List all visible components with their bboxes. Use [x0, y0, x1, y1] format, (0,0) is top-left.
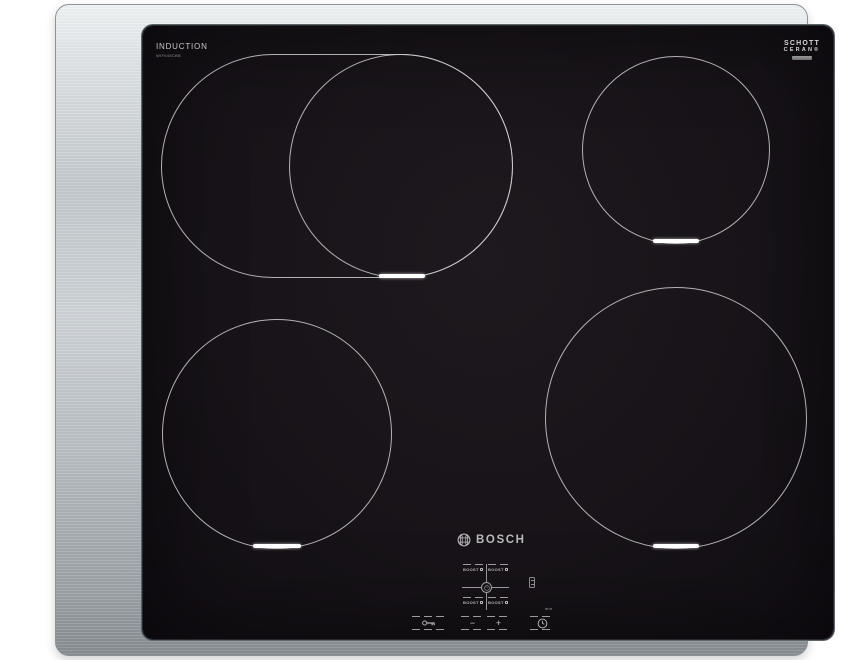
- schott-ceran-logo: SCHOTT CERAN®: [773, 40, 831, 60]
- boost-indicator-icon: [505, 601, 508, 604]
- induction-label: INDUCTION: [156, 42, 208, 51]
- child-lock-button[interactable]: [412, 616, 446, 630]
- zone-bottom-left: [162, 319, 392, 549]
- boost-key-rear-left[interactable]: BOOST: [463, 597, 485, 605]
- boost-indicator-icon: [480, 568, 483, 571]
- schott-logo-line2: CERAN®: [773, 47, 831, 53]
- plus-button[interactable]: +: [487, 616, 510, 630]
- model-number: WIF645CBB: [156, 53, 181, 58]
- touch-dash: [463, 597, 485, 598]
- bosch-logo: BOSCH: [457, 532, 526, 548]
- boost-label: BOOST: [463, 567, 479, 572]
- selector-divider-horizontal: [462, 587, 509, 588]
- minus-button[interactable]: −: [461, 616, 484, 630]
- boost-key-rear-right[interactable]: BOOST: [488, 597, 510, 605]
- touch-dash: [530, 629, 554, 630]
- timer-min-label: min: [545, 606, 552, 611]
- selector-center-clock-icon: [481, 582, 492, 593]
- zone-bottom-right: [545, 287, 807, 549]
- touch-dash: [488, 564, 510, 565]
- minus-label: −: [461, 617, 484, 629]
- schott-logo-line1: SCHOTT: [773, 40, 831, 47]
- boost-key-front-left[interactable]: BOOST: [463, 564, 485, 572]
- timer-button[interactable]: [530, 616, 554, 630]
- power-level-display-icon: [529, 577, 535, 588]
- zone-marker: [379, 274, 425, 278]
- boost-indicator-icon: [505, 568, 508, 571]
- bosch-wordmark: BOSCH: [476, 534, 526, 546]
- product-photo: INDUCTION WIF645CBB SCHOTT CERAN®: [0, 0, 860, 660]
- touch-dash: [412, 629, 446, 630]
- cooktop-steel-frame: INDUCTION WIF645CBB SCHOTT CERAN®: [55, 4, 808, 656]
- boost-label: BOOST: [488, 567, 504, 572]
- boost-label: BOOST: [463, 600, 479, 605]
- combi-zone-inner-circle: [289, 54, 513, 278]
- touch-dash: [487, 629, 510, 630]
- key-icon: [412, 617, 446, 629]
- schott-logo-badge: [792, 56, 812, 60]
- boost-key-front-right[interactable]: BOOST: [488, 564, 510, 572]
- clock-icon: [530, 617, 554, 629]
- touch-dash: [463, 564, 485, 565]
- zone-top-right: [582, 56, 770, 244]
- touch-dash: [461, 629, 484, 630]
- boost-indicator-icon: [480, 601, 483, 604]
- zone-marker: [653, 239, 699, 243]
- ceran-glass-surface: INDUCTION WIF645CBB SCHOTT CERAN®: [143, 26, 833, 639]
- selector-divider-vertical: [486, 564, 487, 610]
- bosch-symbol-icon: [457, 533, 471, 547]
- boost-label: BOOST: [488, 600, 504, 605]
- plus-label: +: [487, 617, 510, 629]
- zone-marker: [653, 544, 699, 548]
- touch-dash: [488, 597, 510, 598]
- zone-marker: [253, 544, 301, 548]
